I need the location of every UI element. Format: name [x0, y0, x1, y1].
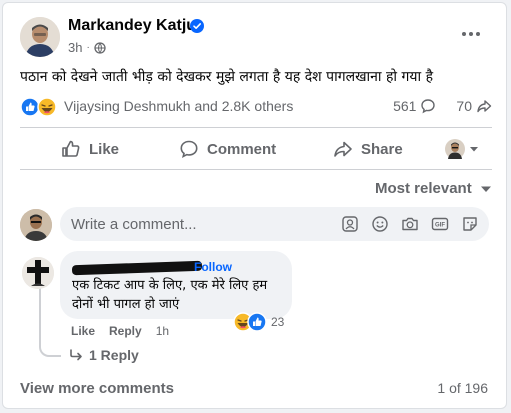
comments-page-count: 1 of 196	[437, 380, 488, 396]
comment-label: Comment	[207, 140, 277, 158]
comment-like-link[interactable]: Like	[71, 324, 95, 338]
reaction-icons[interactable]	[20, 97, 60, 117]
sticker-icon[interactable]	[461, 215, 479, 233]
like-button[interactable]: Like	[61, 133, 119, 165]
more-dots-icon	[462, 32, 466, 36]
avatar-sticker-icon	[445, 139, 465, 159]
more-dot	[469, 32, 473, 36]
globe-icon	[94, 41, 106, 54]
comment-count-icon	[420, 98, 436, 114]
engagement-counts: 561 70	[393, 98, 492, 114]
emoji-icon[interactable]	[371, 215, 389, 233]
replies-label: 1 Reply	[89, 347, 139, 363]
share-icon	[333, 139, 353, 159]
reactions-summary: Vijaysing Deshmukh and 2.8K others 561 7…	[20, 97, 492, 117]
share-button[interactable]: Share	[333, 133, 403, 165]
comment-input[interactable]: Write a comment... GIF	[60, 207, 489, 241]
commenter-avatar[interactable]	[22, 257, 54, 289]
comment-text: एक टिकट आप के लिए, एक मेरे लिए हम दोनों …	[72, 278, 268, 312]
gif-icon[interactable]: GIF	[431, 215, 449, 233]
current-user-avatar[interactable]	[20, 209, 52, 241]
avatar-sticker-icon[interactable]	[341, 215, 359, 233]
divider	[20, 127, 492, 128]
redaction-mark	[71, 260, 203, 276]
comment-time[interactable]: 1h	[156, 324, 169, 338]
author-avatar[interactable]	[20, 17, 60, 57]
comment-sort-dropdown[interactable]: Most relevant	[375, 180, 492, 197]
verified-badge-icon	[190, 19, 204, 33]
view-more-comments-link[interactable]: View more comments	[20, 380, 174, 397]
comment-button[interactable]: Comment	[179, 133, 276, 165]
reply-arrow-icon	[69, 349, 83, 361]
more-dot	[476, 32, 480, 36]
comments-count[interactable]: 561	[393, 98, 416, 114]
post-card: Markandey Katju 3h · पठान को देखने जाती …	[2, 2, 507, 409]
thumbs-up-icon	[61, 139, 81, 159]
sort-label: Most relevant	[375, 180, 472, 197]
chevron-down-icon	[480, 184, 492, 194]
reply-thread-line	[39, 283, 61, 357]
like-label: Like	[89, 140, 120, 158]
haha-reaction-icon	[233, 312, 267, 332]
post-time[interactable]: 3h	[68, 40, 82, 55]
post-meta: 3h ·	[68, 40, 106, 55]
comment-actions: Like Reply 1h	[71, 324, 169, 338]
reactions-names[interactable]: Vijaysing Deshmukh and 2.8K others	[64, 98, 293, 114]
comment-bubble: Follow एक टिकट आप के लिए, एक मेरे लिए हम…	[60, 251, 292, 319]
meta-separator: ·	[86, 42, 90, 53]
comment-icon	[179, 139, 199, 159]
comment-reactions[interactable]: 23	[233, 312, 284, 332]
comment-placeholder: Write a comment...	[71, 216, 197, 233]
comment-reaction-count: 23	[271, 315, 285, 329]
author-name[interactable]: Markandey Katju	[68, 17, 196, 35]
post-text: पठान को देखने जाती भीड़ को देखकर मुझे लग…	[20, 69, 434, 85]
share-count-icon	[476, 98, 492, 114]
shares-count[interactable]: 70	[456, 98, 472, 114]
reaction-profile-selector[interactable]	[445, 139, 481, 159]
svg-text:GIF: GIF	[435, 223, 445, 229]
camera-icon[interactable]	[401, 215, 419, 233]
divider	[20, 169, 492, 170]
post-options-button[interactable]	[459, 25, 483, 43]
composer-icons: GIF	[341, 215, 479, 233]
follow-link[interactable]: Follow	[194, 260, 232, 274]
chevron-down-icon	[469, 144, 479, 154]
comment-reply-link[interactable]: Reply	[109, 324, 142, 338]
share-label: Share	[361, 140, 403, 158]
view-replies-link[interactable]: 1 Reply	[69, 347, 139, 363]
